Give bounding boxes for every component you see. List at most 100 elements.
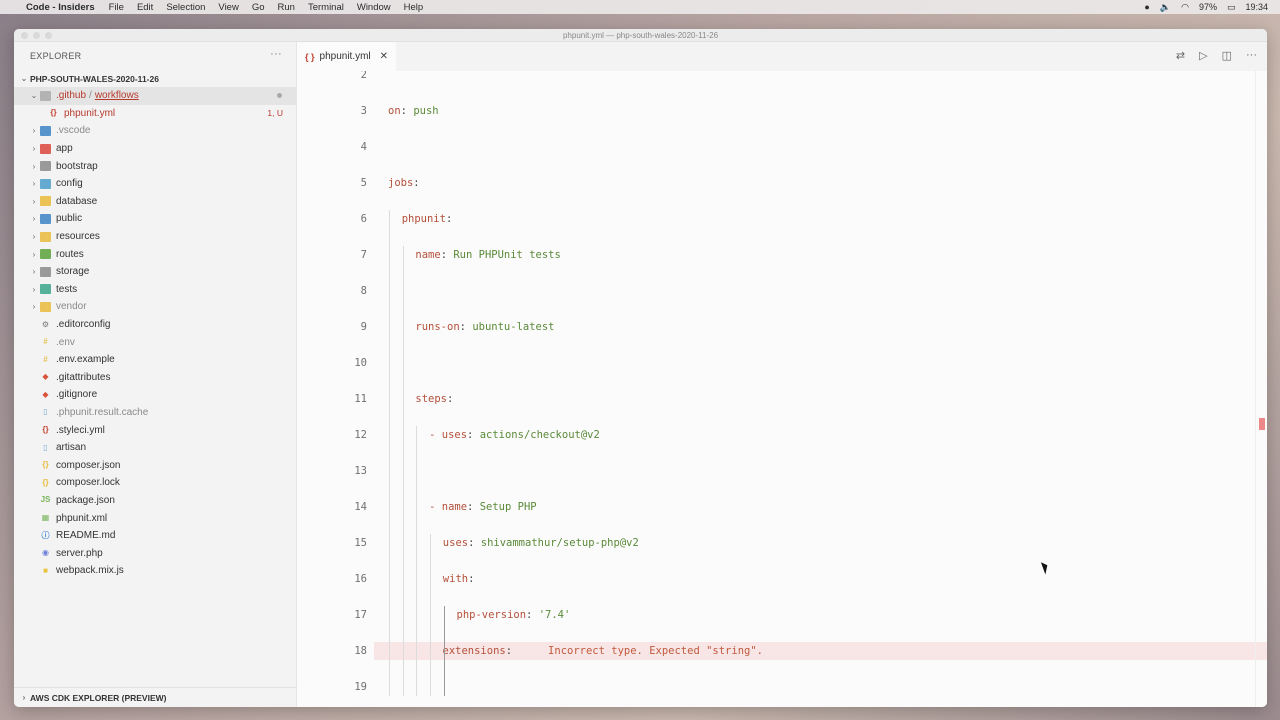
zoom-window-button[interactable] <box>45 32 52 39</box>
menu-go[interactable]: Go <box>252 2 265 13</box>
tree-folder-github-workflows[interactable]: ⌄ .github / workflows <box>14 87 296 105</box>
tree-item-label: config <box>56 178 83 190</box>
code-editor[interactable]: 2 3 on: push 4 5 jobs: 6 phpunit: 7 name: Run PHP… <box>297 71 1267 707</box>
code-line-2: 2 <box>297 71 1257 84</box>
line-number: 5 <box>360 177 367 189</box>
menu-selection[interactable]: Selection <box>166 2 205 13</box>
yaml-separator: : <box>445 213 453 225</box>
tree-file-phpunit-result-cache[interactable]: ▯ .phpunit.result.cache <box>14 404 296 422</box>
tree-file-gitattributes[interactable]: ◆ .gitattributes <box>14 369 296 387</box>
yaml-value: Run PHPUnit tests <box>453 249 561 261</box>
split-editor-icon[interactable]: ◫ <box>1222 49 1232 62</box>
tree-file-server-php[interactable]: ◉ server.php <box>14 544 296 562</box>
record-icon[interactable]: ● <box>1144 2 1149 12</box>
tree-folder-bootstrap[interactable]: › bootstrap <box>14 157 296 175</box>
more-actions-icon[interactable]: ··· <box>1246 49 1257 62</box>
yaml-separator: : <box>440 249 454 261</box>
code-line-15: 15 uses: shivammathur/setup-php@v2 <box>297 534 1257 552</box>
editor-actions: ⇄ ▷ ◫ ··· <box>1176 49 1257 62</box>
tree-file-readme-md[interactable]: ⓘ README.md <box>14 527 296 545</box>
file-type-icon: # <box>43 354 48 364</box>
minimize-window-button[interactable] <box>33 32 40 39</box>
folder-icon <box>40 231 51 242</box>
yaml-separator: : <box>468 537 481 549</box>
indent-guide <box>416 426 418 696</box>
menu-run[interactable]: Run <box>278 2 295 13</box>
tree-folder-config[interactable]: › config <box>14 175 296 193</box>
project-root[interactable]: ⌄ PHP-SOUTH-WALES-2020-11-26 <box>14 70 296 87</box>
tree-file-artisan[interactable]: ▯ artisan <box>14 439 296 457</box>
tree-file-package-json[interactable]: JS package.json <box>14 492 296 510</box>
tree-file-phpunit-xml[interactable]: ▦ phpunit.xml <box>14 509 296 527</box>
tree-file-gitignore[interactable]: ◆ .gitignore <box>14 386 296 404</box>
chevron-right-icon: › <box>32 249 36 259</box>
source-control-compare-icon[interactable]: ⇄ <box>1176 49 1185 62</box>
tree-file-webpack-mix-js[interactable]: ■ webpack.mix.js <box>14 562 296 580</box>
tree-item-label: routes <box>56 248 84 260</box>
folder-github-label: .github <box>56 90 87 102</box>
tree-folder-resources[interactable]: › resources <box>14 228 296 246</box>
tree-folder-public[interactable]: › public <box>14 210 296 228</box>
tree-folder-vscode[interactable]: › .vscode <box>14 122 296 140</box>
tree-folder-storage[interactable]: › storage <box>14 263 296 281</box>
tree-folder-vendor[interactable]: › vendor <box>14 298 296 316</box>
tree-folder-tests[interactable]: › tests <box>14 281 296 299</box>
tree-file-composer-json[interactable]: {} composer.json <box>14 456 296 474</box>
menu-help[interactable]: Help <box>404 2 424 13</box>
tree-folder-app[interactable]: › app <box>14 140 296 158</box>
folder-icon <box>40 161 51 172</box>
menubar-clock[interactable]: 19:34 <box>1245 2 1268 12</box>
close-window-button[interactable] <box>21 32 28 39</box>
app-name[interactable]: Code - Insiders <box>26 2 95 13</box>
code-content: steps: <box>415 390 453 408</box>
code-content: php-version: '7.4' <box>457 606 571 624</box>
menu-edit[interactable]: Edit <box>137 2 153 13</box>
tree-item-label: database <box>56 195 98 207</box>
code-line-4: 4 <box>297 138 1257 156</box>
error-marker <box>1259 418 1265 430</box>
run-icon[interactable]: ▷ <box>1199 49 1207 62</box>
tree-file-env[interactable]: # .env <box>14 333 296 351</box>
folder-icon <box>40 196 51 207</box>
yaml-value: shivammathur/setup-php@v2 <box>480 537 639 549</box>
file-type-icon: ◆ <box>42 389 49 399</box>
code-content: on: push <box>388 102 439 120</box>
more-actions-icon[interactable]: ··· <box>270 48 282 60</box>
menu-view[interactable]: View <box>218 2 238 13</box>
line-number: 8 <box>360 285 367 297</box>
menu-terminal[interactable]: Terminal <box>308 2 344 13</box>
tree-file-editorconfig[interactable]: ⚙ .editorconfig <box>14 316 296 334</box>
tab-phpunit-yml[interactable]: { } phpunit.yml ✕ <box>297 42 397 71</box>
folder-icon <box>40 301 51 312</box>
yaml-key: steps <box>415 393 447 405</box>
folder-icon <box>40 125 51 136</box>
menu-window[interactable]: Window <box>357 2 391 13</box>
code-content: extensions: Incorrect type. Expected "str… <box>443 642 763 660</box>
explorer-sidebar: EXPLORER ··· ⌄ PHP-SOUTH-WALES-2020-11-2… <box>14 42 297 707</box>
inline-error-message: Incorrect type. Expected "string". <box>548 645 763 657</box>
tree-file-phpunit-yml[interactable]: {} phpunit.yml 1, U <box>14 105 296 123</box>
yaml-separator: : <box>526 609 539 621</box>
code-content: phpunit: <box>402 210 453 228</box>
tree-folder-database[interactable]: › database <box>14 193 296 211</box>
line-number: 19 <box>354 681 367 693</box>
tree-file-composer-lock[interactable]: {} composer.lock <box>14 474 296 492</box>
tree-file-styleci-yml[interactable]: {} .styleci.yml <box>14 421 296 439</box>
battery-level[interactable]: 97% <box>1199 2 1217 12</box>
tree-item-label: .gitignore <box>56 389 98 401</box>
tree-item-label: phpunit.xml <box>56 512 108 524</box>
editor-tabbar: { } phpunit.yml ✕ ⇄ ▷ ◫ ··· <box>297 42 1267 71</box>
line-number: 12 <box>354 429 367 441</box>
file-type-icon: ▯ <box>43 407 48 417</box>
menu-file[interactable]: File <box>109 2 124 13</box>
wifi-icon[interactable]: ◠ <box>1181 2 1189 13</box>
editor-scrollbar[interactable] <box>1255 71 1267 707</box>
close-tab-icon[interactable]: ✕ <box>380 51 388 62</box>
battery-icon[interactable]: ▭ <box>1227 2 1236 13</box>
volume-icon[interactable]: 🔈 <box>1160 2 1171 13</box>
list-dash: - <box>429 501 442 513</box>
yaml-separator: : <box>459 321 473 333</box>
tree-file-env-example[interactable]: # .env.example <box>14 351 296 369</box>
aws-cdk-explorer-section[interactable]: › AWS CDK EXPLORER (PREVIEW) <box>14 687 297 707</box>
tree-folder-routes[interactable]: › routes <box>14 245 296 263</box>
